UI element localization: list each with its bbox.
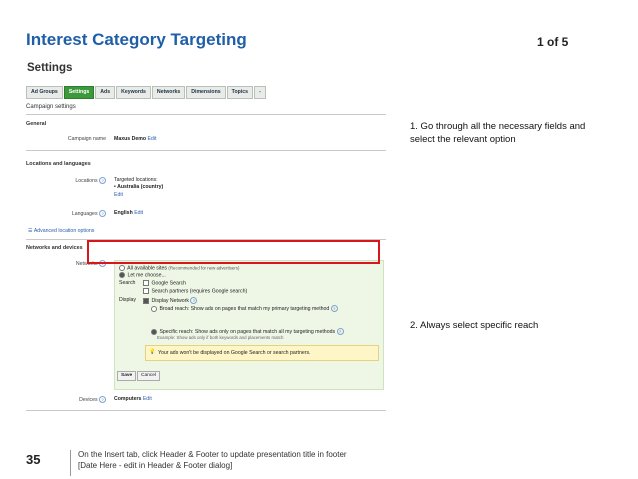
footer-divider	[70, 450, 71, 476]
devices-value: Computers	[114, 396, 142, 402]
specific-reach-example: Example: Show ads only if both keywords …	[157, 335, 284, 340]
targeted-locations-label: Targeted locations:	[114, 177, 158, 183]
devices-label-row: Devices ?	[36, 396, 106, 403]
devices-row: Computers Edit	[114, 396, 152, 402]
locations-edit-link[interactable]: Edit	[114, 192, 163, 199]
tab-topics[interactable]: Topics	[226, 86, 253, 99]
footer-line-1: On the Insert tab, click Header & Footer…	[78, 450, 347, 459]
section-networks: Networks and devices	[26, 245, 83, 251]
google-search-option[interactable]: Google Search	[143, 280, 186, 286]
tab-ads[interactable]: Ads	[95, 86, 116, 99]
broad-reach-option[interactable]: Broad reach: Show ads on pages that matc…	[151, 305, 338, 312]
targeted-location-item: • Australia (country)	[114, 184, 164, 190]
languages-edit-link[interactable]: Edit	[134, 210, 143, 216]
all-sites-option[interactable]: All available sites (Recommended for new…	[119, 265, 239, 271]
languages-label-row: Languages ?	[36, 210, 106, 217]
divider	[26, 114, 386, 115]
warning-text: Your ads won't be displayed on Google Se…	[158, 350, 311, 356]
languages-row: English Edit	[114, 210, 143, 216]
divider	[26, 150, 386, 151]
help-icon[interactable]: ?	[99, 396, 106, 403]
tab-keywords[interactable]: Keywords	[116, 86, 151, 99]
specific-reach-highlight	[87, 240, 380, 264]
radio-selected-icon[interactable]	[151, 328, 157, 335]
display-label: Display	[119, 297, 137, 303]
section-general: General	[26, 121, 47, 127]
slide-title: Interest Category Targeting	[26, 30, 247, 49]
tab-more[interactable]: -	[254, 86, 266, 99]
languages-label: Languages	[71, 210, 98, 217]
slide-subtitle: Settings	[27, 62, 73, 74]
divider	[26, 410, 386, 411]
tab-bar: Ad Groups Settings Ads Keywords Networks Dime…	[26, 86, 266, 99]
tab-dimensions[interactable]: Dimensions	[186, 86, 226, 99]
checkbox-icon[interactable]	[143, 280, 149, 286]
radio-icon[interactable]	[119, 265, 125, 271]
radio-selected-icon[interactable]	[119, 272, 125, 278]
advanced-location-options-link[interactable]: ☰ Advanced location options	[28, 228, 94, 234]
annotation-step-2: 2. Always select specific reach	[410, 320, 539, 331]
page-indicator: 1 of 5	[537, 35, 569, 49]
campaign-name-row: Maxus Demo Edit	[114, 136, 156, 142]
locations-label: Locations	[75, 177, 98, 184]
help-icon[interactable]: ?	[190, 297, 198, 304]
slide-number: 35	[26, 452, 41, 467]
tab-ad-groups[interactable]: Ad Groups	[26, 86, 63, 99]
help-icon[interactable]: ?	[99, 177, 106, 184]
display-network-option[interactable]: Display Network ?	[143, 297, 198, 304]
warning-banner: 💡 Your ads won't be displayed on Google …	[145, 345, 379, 361]
campaign-name-value: Maxus Demo	[114, 136, 146, 142]
let-me-choose-option[interactable]: Let me choose...	[119, 272, 166, 278]
campaign-name-edit-link[interactable]: Edit	[147, 136, 156, 142]
footer-text: On the Insert tab, click Header & Footer…	[78, 449, 398, 471]
radio-icon[interactable]	[151, 305, 157, 312]
devices-label: Devices	[79, 396, 98, 403]
specific-reach-option[interactable]: Specific reach: Show ads only on pages t…	[151, 328, 344, 335]
locations-label-row: Locations ?	[36, 177, 106, 184]
tab-networks[interactable]: Networks	[151, 86, 186, 99]
help-icon[interactable]: ?	[336, 328, 344, 335]
help-icon[interactable]: ?	[99, 210, 106, 217]
section-locations: Locations and languages	[26, 161, 91, 167]
cancel-button[interactable]: Cancel	[137, 371, 160, 381]
page-heading: Campaign settings	[26, 104, 76, 110]
search-label: Search	[119, 280, 136, 286]
annotation-step-1: 1. Go through all the necessary fields a…	[410, 121, 586, 145]
campaign-name-label: Campaign name	[67, 136, 106, 142]
tab-settings[interactable]: Settings	[63, 86, 95, 99]
checkbox-checked-icon[interactable]	[143, 297, 149, 304]
help-icon[interactable]: ?	[330, 305, 338, 312]
networks-panel: All available sites (Recommended for new…	[114, 260, 384, 390]
checkbox-icon[interactable]	[143, 288, 149, 294]
settings-lines-icon: ☰	[28, 228, 33, 234]
footer-line-2: [Date Here - edit in Header & Footer dia…	[78, 461, 233, 470]
save-button[interactable]: Save	[117, 371, 137, 381]
locations-value-block: Targeted locations: • Australia (country…	[114, 177, 163, 199]
lightbulb-icon: 💡	[149, 349, 156, 355]
search-partners-option[interactable]: Search partners (requires Google search)	[143, 288, 247, 294]
languages-value: English	[114, 210, 133, 216]
devices-edit-link[interactable]: Edit	[143, 396, 152, 402]
